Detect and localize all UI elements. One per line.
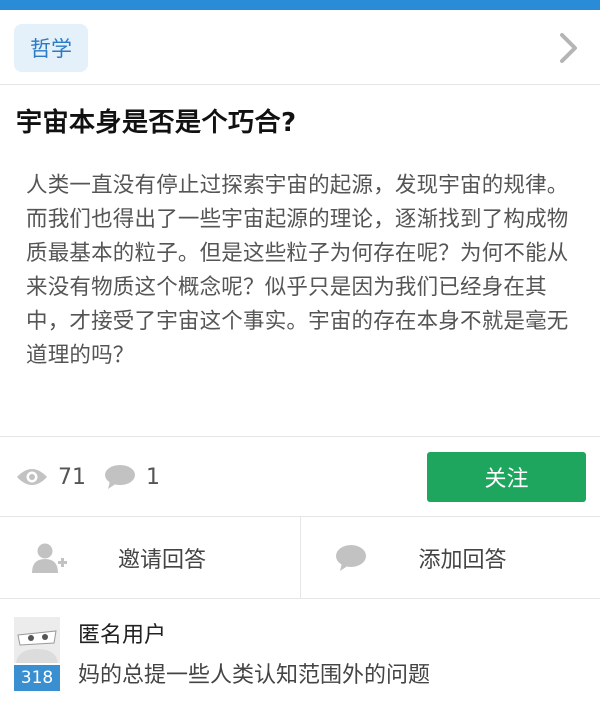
question-body-text: 人类一直没有停止过探索宇宙的起源，发现宇宙的规律。而我们也得出了一些宇宙起源的理…: [26, 173, 569, 368]
avatar[interactable]: [14, 617, 60, 663]
invite-answer-label: 邀请回答: [118, 548, 207, 573]
anonymous-avatar-icon: [14, 617, 60, 663]
comments-stat[interactable]: 1: [104, 437, 160, 517]
add-user-icon: [32, 543, 67, 573]
topic-tag[interactable]: 哲学: [14, 24, 88, 72]
top-status-bar: [0, 0, 600, 10]
answer-list-item[interactable]: 318 匿名用户 妈的总提一些人类认知范围外的问题: [0, 599, 600, 707]
vote-count: 318: [20, 668, 54, 688]
follow-button-label: 关注: [484, 467, 529, 492]
chevron-right-icon[interactable]: [558, 32, 580, 64]
add-answer-label: 添加回答: [418, 548, 507, 573]
views-count: 71: [58, 464, 86, 490]
views-stat: 71: [16, 437, 86, 517]
eye-icon: [17, 469, 47, 485]
invite-answer-button[interactable]: 邀请回答: [0, 517, 300, 598]
vote-count-badge: 318: [14, 665, 60, 691]
question-title: 宇宙本身是否是个巧合?: [16, 108, 297, 138]
answer-excerpt[interactable]: 妈的总提一些人类认知范围外的问题: [78, 657, 430, 689]
question-stats-row: 71 1 关注: [0, 436, 600, 517]
answer-actions-row: 邀请回答 添加回答: [0, 517, 600, 599]
add-answer-button[interactable]: 添加回答: [299, 517, 600, 598]
follow-button[interactable]: 关注: [427, 452, 586, 502]
comment-bubble-icon: [105, 465, 135, 489]
topic-tag-label: 哲学: [30, 37, 72, 61]
comments-count: 1: [146, 464, 160, 490]
speech-bubble-icon: [335, 545, 366, 571]
question-title-row: 宇宙本身是否是个巧合?: [0, 85, 600, 147]
answer-author[interactable]: 匿名用户: [78, 617, 166, 649]
topic-row[interactable]: 哲学: [0, 10, 600, 85]
question-body: 人类一直没有停止过探索宇宙的起源，发现宇宙的规律。而我们也得出了一些宇宙起源的理…: [0, 147, 600, 436]
